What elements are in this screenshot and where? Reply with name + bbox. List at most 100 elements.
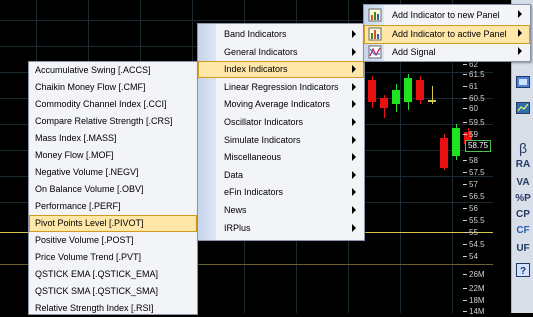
cf-button[interactable]: CF: [514, 222, 532, 238]
indicator-category-menu: Band Indicators General Indicators Index I…: [197, 23, 365, 241]
category-menu-item[interactable]: Oscillator Indicators: [198, 114, 364, 131]
add-signal-label: Add Signal: [392, 47, 436, 57]
active-panel-icon: [368, 27, 382, 41]
submenu-arrow-icon: [352, 153, 356, 162]
axis-tick-label: 54.5: [463, 240, 485, 249]
submenu-arrow-icon: [352, 82, 356, 91]
category-menu-item[interactable]: General Indicators: [198, 44, 364, 61]
category-menu-item-label: Miscellaneous: [224, 152, 282, 163]
category-menu-item[interactable]: Simulate Indicators: [198, 132, 364, 149]
indicator-menu-item[interactable]: On Balance Volume [.OBV]: [29, 181, 197, 198]
indicator-menu-item-label: Pivot Points Level [.PIVOT]: [35, 218, 144, 228]
add-indicator-new-panel[interactable]: Add Indicator to new Panel: [364, 6, 530, 25]
indicator-menu-item[interactable]: Performance [.PERF]: [29, 198, 197, 215]
category-menu-item-label: Index Indicators: [224, 64, 288, 75]
axis-tick-label: 54: [463, 252, 478, 261]
axis-tick-label: 61: [463, 82, 478, 91]
submenu-arrow-icon: [518, 29, 522, 37]
category-menu-item-label: Oscillator Indicators: [224, 117, 304, 127]
cp-button[interactable]: CP: [514, 206, 532, 222]
submenu-arrow-icon: [352, 30, 356, 38]
axis-tick-label: 55: [463, 228, 478, 237]
submenu-arrow-icon: [352, 188, 356, 197]
candle-body: [440, 138, 448, 168]
category-menu-item-label: News: [224, 205, 247, 215]
axis-tick-label: 61.5: [463, 70, 485, 79]
candle-body: [368, 80, 376, 102]
axis-tick-label: 59: [463, 130, 478, 139]
category-menu-item-label: Simulate Indicators: [224, 134, 301, 145]
indicator-menu-item[interactable]: Positive Volume [.POST]: [29, 232, 197, 249]
category-menu-item[interactable]: Index Indicators: [198, 61, 364, 79]
indicator-menu-item[interactable]: Chaikin Money Flow [.CMF]: [29, 79, 197, 96]
indicator-menu-item[interactable]: QSTICK EMA [.QSTICK_EMA]: [29, 266, 197, 283]
indicator-menu-item[interactable]: Compare Relative Strength [.CRS]: [29, 113, 197, 130]
indicator-menu-item-label: On Balance Volume [.OBV]: [35, 184, 144, 194]
indicator-menu-item[interactable]: Accumulative Swing [.ACCS]: [29, 62, 197, 79]
indicator-menu-item[interactable]: Money Flow [.MOF]: [29, 147, 197, 164]
axis-tick-label: 60: [463, 104, 478, 113]
axis-tick-label: 56: [463, 204, 478, 213]
axis-tick-label: 57.5: [463, 168, 485, 177]
category-menu-item[interactable]: eFin Indicators: [198, 184, 364, 201]
indicator-menu-item[interactable]: Negative Volume [.NEGV]: [29, 164, 197, 181]
category-menu-item[interactable]: Data: [198, 167, 364, 184]
submenu-arrow-icon: [352, 135, 356, 144]
axis-tick-label: 59.5: [463, 118, 485, 127]
uf-button[interactable]: UF: [514, 240, 532, 256]
category-menu-item-label: Moving Average Indicators: [224, 99, 330, 110]
grid-icon[interactable]: [514, 74, 532, 90]
candle-body: [416, 80, 424, 100]
submenu-arrow-icon: [352, 100, 356, 109]
add-signal[interactable]: Add Signal: [364, 43, 530, 62]
category-menu-item-label: Linear Regression Indicators: [224, 81, 339, 92]
submenu-arrow-icon: [352, 47, 356, 56]
indicator-menu-item[interactable]: Price Volume Trend [.PVT]: [29, 249, 197, 266]
axis-tick-label: 57: [463, 180, 478, 189]
submenu-arrow-icon: [518, 10, 522, 18]
indicator-menu-item-label: Chaikin Money Flow [.CMF]: [35, 82, 146, 92]
add-active-panel-label: Add Indicator to active Panel: [392, 29, 507, 39]
indicator-menu-item-label: Mass Index [.MASS]: [35, 133, 117, 143]
category-menu-item[interactable]: Linear Regression Indicators: [198, 79, 364, 96]
help-icon[interactable]: ?: [514, 262, 532, 278]
axis-tick-label: 58: [463, 156, 478, 165]
indicator-menu-item[interactable]: Mass Index [.MASS]: [29, 130, 197, 147]
indicator-menu-item-label: Positive Volume [.POST]: [35, 235, 134, 245]
beta-button[interactable]: β: [514, 140, 532, 156]
panel-menu: Add Indicator to new Panel Add Indicator…: [363, 4, 531, 62]
category-menu-item-label: IRPlus: [224, 222, 251, 233]
candle-body: [392, 90, 400, 104]
category-menu-item-label: General Indicators: [224, 46, 298, 57]
axis-tick-label: 56.5: [463, 192, 485, 201]
add-new-panel-label: Add Indicator to new Panel: [392, 10, 500, 20]
indicator-menu-item-label: QSTICK EMA [.QSTICK_EMA]: [35, 269, 159, 279]
va-button[interactable]: VA: [514, 174, 532, 190]
submenu-arrow-icon: [352, 206, 356, 214]
indicator-menu-item-label: Performance [.PERF]: [35, 201, 121, 211]
indicator-menu-item-label: QSTICK SMA [.QSTICK_SMA]: [35, 286, 159, 296]
category-menu-item-label: eFin Indicators: [224, 187, 284, 198]
add-indicator-active-panel[interactable]: Add Indicator to active Panel: [364, 25, 530, 44]
ra-button[interactable]: RA: [514, 156, 532, 172]
category-menu-item[interactable]: IRPlus: [198, 220, 364, 237]
indicator-menu-item-label: Money Flow [.MOF]: [35, 150, 114, 160]
category-menu-item[interactable]: News: [198, 202, 364, 219]
axis-tick-label: 26M: [463, 270, 485, 279]
indicator-list-menu: Accumulative Swing [.ACCS] Chaikin Money …: [28, 61, 198, 315]
signal-icon: [368, 45, 382, 59]
indicator-menu-item[interactable]: Relative Strength Index [.RSI]: [29, 300, 197, 317]
indicator-menu-item-label: Price Volume Trend [.PVT]: [35, 252, 142, 262]
new-panel-icon: [368, 8, 382, 22]
category-menu-item[interactable]: Moving Average Indicators: [198, 96, 364, 113]
indicator-menu-item[interactable]: Pivot Points Level [.PIVOT]: [29, 215, 197, 232]
axis-tick-label: 55.5: [463, 216, 485, 225]
chart-type-icon[interactable]: [514, 100, 532, 116]
axis-tick-label: 60.5: [463, 94, 485, 103]
category-menu-item[interactable]: Band Indicators: [198, 26, 364, 43]
percent-p-button[interactable]: %P: [514, 190, 532, 206]
indicator-menu-item[interactable]: Commodity Channel Index [.CCI]: [29, 96, 197, 113]
category-menu-item[interactable]: Miscellaneous: [198, 149, 364, 166]
indicator-menu-item-label: Compare Relative Strength [.CRS]: [35, 116, 173, 126]
indicator-menu-item[interactable]: QSTICK SMA [.QSTICK_SMA]: [29, 283, 197, 300]
